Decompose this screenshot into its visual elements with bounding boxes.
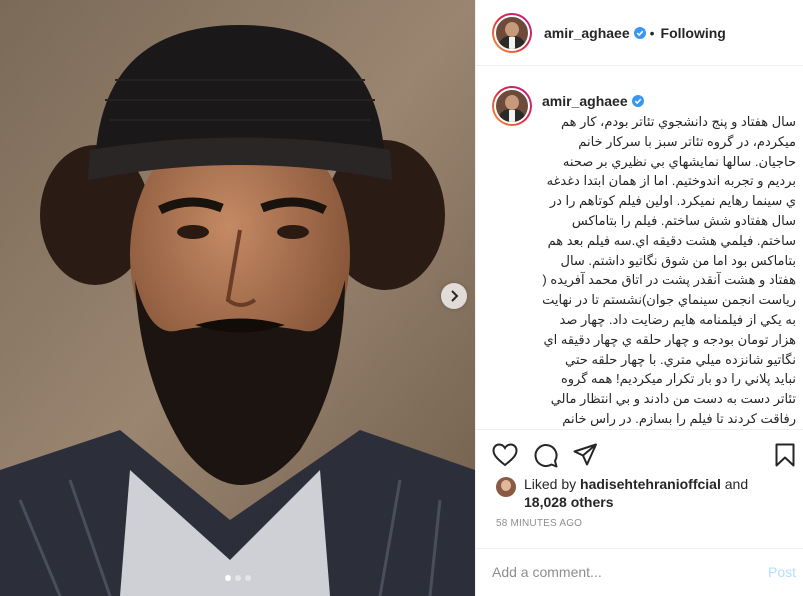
save-bookmark-icon[interactable] <box>775 443 795 467</box>
carousel-indicator <box>0 575 475 581</box>
post-actions <box>476 429 803 479</box>
carousel-dot <box>224 575 231 581</box>
verified-badge-icon <box>633 26 646 39</box>
add-comment-bar: Post <box>476 548 803 596</box>
caption-avatar[interactable] <box>492 86 532 126</box>
post-photo <box>0 0 475 596</box>
like-heart-icon[interactable] <box>492 443 518 467</box>
carousel-next-button[interactable] <box>441 283 467 309</box>
chevron-right-icon <box>451 290 459 302</box>
caption-username-link[interactable]: amir_aghaee <box>542 93 644 109</box>
likes-others-link[interactable]: 18,028 others <box>524 494 614 510</box>
likes-and: and <box>724 476 749 492</box>
post-header: amir_aghaee • Following <box>476 0 803 66</box>
author-avatar[interactable] <box>492 12 532 53</box>
avatar-image <box>494 14 530 51</box>
portrait-image <box>0 0 475 596</box>
following-button[interactable]: Following <box>661 25 726 41</box>
author-username-link[interactable]: amir_aghaee <box>544 25 630 41</box>
share-paper-plane-icon[interactable] <box>573 443 598 467</box>
liked-by-prefix: Liked by <box>524 476 577 492</box>
carousel-dot <box>234 575 241 581</box>
post-comment-button[interactable]: Post <box>768 564 796 580</box>
caption-area[interactable]: amir_aghaee سال هفتاد و پنج دانشجوي تئات… <box>476 66 803 429</box>
header-separator: • <box>649 24 655 41</box>
verified-badge-icon <box>631 95 644 107</box>
post-side-panel: amir_aghaee • Following amir_aghaee سال … <box>475 0 803 596</box>
liker-avatar[interactable] <box>496 477 516 497</box>
avatar-image <box>494 88 530 124</box>
comment-input[interactable] <box>492 562 742 582</box>
carousel-dot <box>244 575 251 581</box>
comment-bubble-icon[interactable] <box>533 443 558 468</box>
liker-username-link[interactable]: hadisehtehranioffcial <box>580 476 721 492</box>
post-timestamp[interactable]: 58 MINUTES AGO <box>496 518 582 529</box>
caption-text: سال هفتاد و پنج دانشجوي تئاتر بودم، كار … <box>542 114 796 426</box>
